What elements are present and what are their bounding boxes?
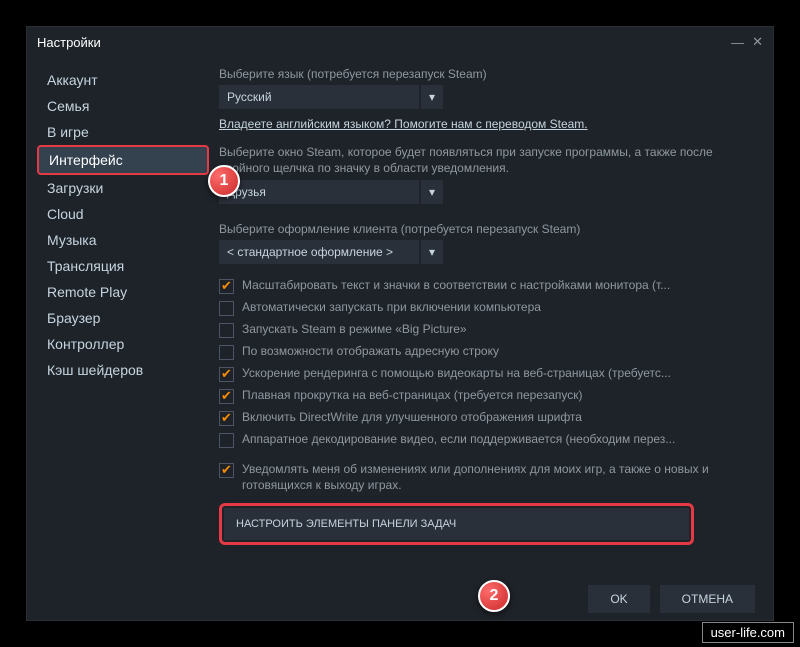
minimize-icon[interactable]: — [731, 35, 744, 50]
checkbox-icon [219, 389, 234, 404]
sidebar-item-ingame[interactable]: В игре [37, 119, 209, 145]
footer: OK ОТМЕНА [588, 578, 773, 620]
sidebar-item-browser[interactable]: Браузер [37, 305, 209, 331]
startwindow-select[interactable]: Друзья ▾ [219, 180, 755, 204]
sidebar-item-music[interactable]: Музыка [37, 227, 209, 253]
taskbar-settings-button[interactable]: НАСТРОИТЬ ЭЛЕМЕНТЫ ПАНЕЛИ ЗАДАЧ [224, 508, 689, 540]
ok-button[interactable]: OK [588, 585, 649, 613]
checkbox-icon [219, 301, 234, 316]
checkbox-icon [219, 279, 234, 294]
window-controls: — ✕ [731, 34, 763, 50]
sidebar-item-broadcast[interactable]: Трансляция [37, 253, 209, 279]
startwindow-value: Друзья [219, 180, 419, 204]
highlight-taskbar: НАСТРОИТЬ ЭЛЕМЕНТЫ ПАНЕЛИ ЗАДАЧ [219, 503, 694, 545]
translate-link[interactable]: Владеете английским языком? Помогите нам… [219, 117, 755, 131]
check-autostart[interactable]: Автоматически запускать при включении ко… [219, 300, 755, 316]
skin-value: < стандартное оформление > [219, 240, 419, 264]
check-urlbar[interactable]: По возможности отображать адресную строк… [219, 344, 755, 360]
cancel-button[interactable]: ОТМЕНА [660, 585, 755, 613]
sidebar-item-shadercache[interactable]: Кэш шейдеров [37, 357, 209, 383]
check-directwrite[interactable]: Включить DirectWrite для улучшенного ото… [219, 410, 755, 426]
check-notify[interactable]: Уведомлять меня об изменениях или дополн… [219, 462, 755, 493]
checkbox-icon [219, 345, 234, 360]
chevron-down-icon: ▾ [421, 85, 443, 109]
checkbox-icon [219, 367, 234, 382]
language-select[interactable]: Русский ▾ [219, 85, 755, 109]
sidebar-item-family[interactable]: Семья [37, 93, 209, 119]
sidebar-item-cloud[interactable]: Cloud [37, 201, 209, 227]
check-hwdecode[interactable]: Аппаратное декодирование видео, если под… [219, 432, 755, 448]
close-icon[interactable]: ✕ [752, 34, 763, 50]
checkbox-icon [219, 433, 234, 448]
main-panel: Выберите язык (потребуется перезапуск St… [209, 57, 773, 578]
sidebar-item-downloads[interactable]: Загрузки [37, 175, 209, 201]
sidebar-item-interface[interactable]: Интерфейс [37, 145, 209, 175]
language-value: Русский [219, 85, 419, 109]
sidebar-item-controller[interactable]: Контроллер [37, 331, 209, 357]
checkbox-icon [219, 463, 234, 478]
annotation-marker-1: 1 [208, 165, 240, 197]
titlebar: Настройки — ✕ [27, 27, 773, 57]
checkbox-icon [219, 323, 234, 338]
chevron-down-icon: ▾ [421, 240, 443, 264]
skin-label: Выберите оформление клиента (потребуется… [219, 222, 755, 236]
language-label: Выберите язык (потребуется перезапуск St… [219, 67, 755, 81]
checkbox-icon [219, 411, 234, 426]
window-title: Настройки [37, 35, 101, 50]
content: Аккаунт Семья В игре Интерфейс Загрузки … [27, 57, 773, 578]
check-scaling[interactable]: Масштабировать текст и значки в соответс… [219, 278, 755, 294]
sidebar: Аккаунт Семья В игре Интерфейс Загрузки … [27, 57, 209, 578]
sidebar-item-remoteplay[interactable]: Remote Play [37, 279, 209, 305]
startwindow-label: Выберите окно Steam, которое будет появл… [219, 145, 755, 176]
annotation-marker-2: 2 [478, 580, 510, 612]
skin-select[interactable]: < стандартное оформление > ▾ [219, 240, 755, 264]
check-bigpicture[interactable]: Запускать Steam в режиме «Big Picture» [219, 322, 755, 338]
check-gpu[interactable]: Ускорение рендеринга с помощью видеокарт… [219, 366, 755, 382]
settings-window: Настройки — ✕ Аккаунт Семья В игре Интер… [26, 26, 774, 621]
chevron-down-icon: ▾ [421, 180, 443, 204]
check-smoothscroll[interactable]: Плавная прокрутка на веб-страницах (треб… [219, 388, 755, 404]
watermark: user-life.com [702, 622, 794, 643]
sidebar-item-account[interactable]: Аккаунт [37, 67, 209, 93]
